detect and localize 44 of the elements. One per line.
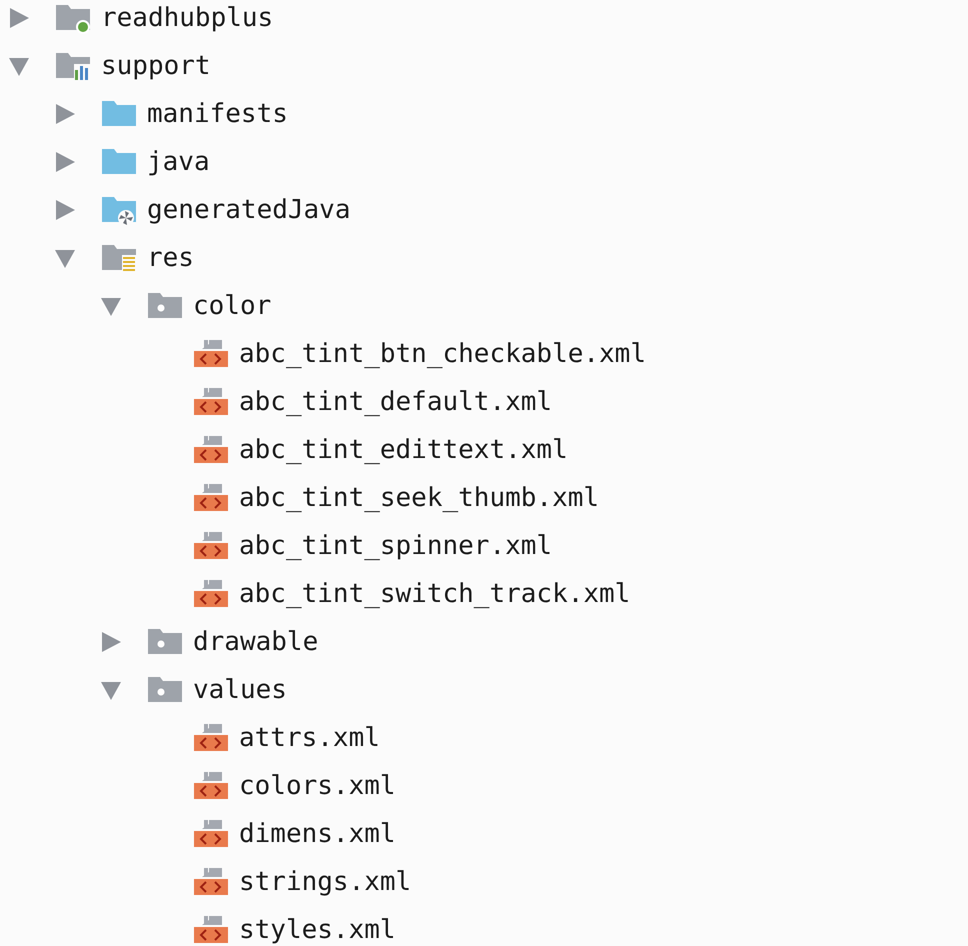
tree-item[interactable]: styles.xml (239, 914, 396, 946)
tree-item[interactable]: abc_tint_btn_checkable.xml (239, 338, 646, 370)
tree-item[interactable]: support (101, 50, 211, 82)
generated-folder-icon (100, 194, 138, 226)
tree-item[interactable]: res (147, 242, 194, 274)
expand-arrow-icon[interactable] (100, 631, 122, 653)
tree-item[interactable]: abc_tint_edittext.xml (239, 434, 568, 466)
tree-item[interactable]: abc_tint_switch_track.xml (239, 578, 630, 610)
xml-file-icon (192, 530, 230, 562)
tree-item[interactable]: manifests (147, 98, 288, 130)
tree-item[interactable]: dimens.xml (239, 818, 396, 850)
tree-item[interactable]: java (147, 146, 210, 178)
tree-item[interactable]: values (193, 674, 287, 706)
expand-arrow-icon[interactable] (8, 7, 30, 29)
tree-item[interactable]: readhubplus (101, 2, 274, 34)
expand-arrow-icon[interactable] (54, 247, 76, 269)
xml-file-icon (192, 386, 230, 418)
xml-file-icon (192, 866, 230, 898)
xml-file-icon (192, 578, 230, 610)
xml-file-icon (192, 722, 230, 754)
tree-item[interactable]: abc_tint_default.xml (239, 386, 552, 418)
library-folder-icon (54, 50, 92, 82)
tree-item[interactable]: strings.xml (239, 866, 412, 898)
xml-file-icon (192, 434, 230, 466)
module-folder-icon (54, 2, 92, 34)
expand-arrow-icon[interactable] (54, 199, 76, 221)
tree-item[interactable]: generatedJava (147, 194, 350, 226)
xml-file-icon (192, 818, 230, 850)
resource-folder-icon (100, 242, 138, 274)
tree-item[interactable]: color (193, 290, 272, 322)
expand-arrow-icon[interactable] (54, 151, 76, 173)
tree-item[interactable]: abc_tint_spinner.xml (239, 530, 552, 562)
tree-item[interactable]: drawable (193, 626, 318, 658)
expand-arrow-icon[interactable] (100, 679, 122, 701)
expand-arrow-icon[interactable] (8, 55, 30, 77)
xml-file-icon (192, 770, 230, 802)
tree-item[interactable]: colors.xml (239, 770, 396, 802)
xml-file-icon (192, 914, 230, 946)
expand-arrow-icon[interactable] (54, 103, 76, 125)
xml-file-icon (192, 338, 230, 370)
xml-file-icon (192, 482, 230, 514)
tree-item[interactable]: attrs.xml (239, 722, 380, 754)
tree-item[interactable]: abc_tint_seek_thumb.xml (239, 482, 600, 514)
expand-arrow-icon[interactable] (100, 295, 122, 317)
